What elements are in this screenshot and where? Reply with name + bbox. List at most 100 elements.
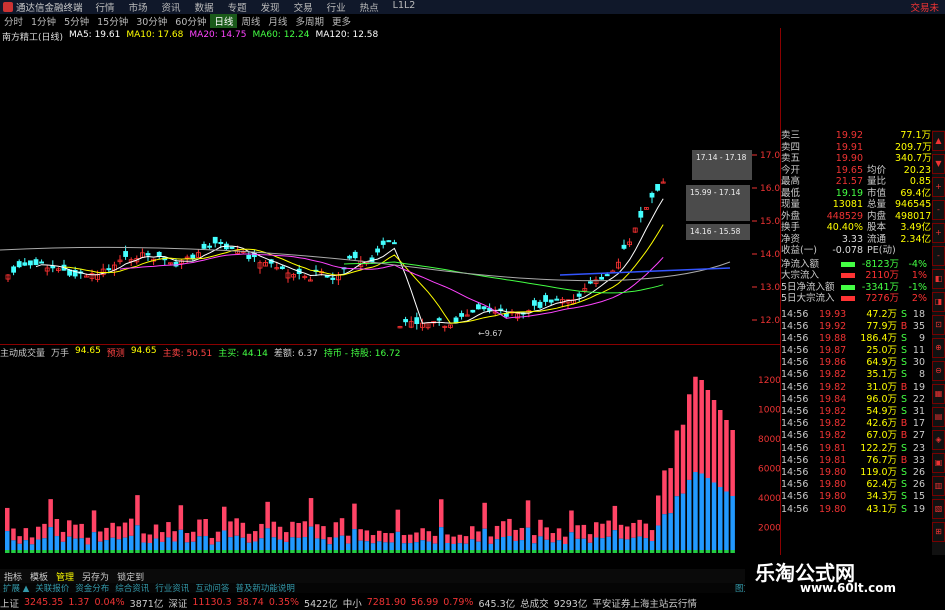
period-2[interactable]: 1分钟 [27, 14, 60, 28]
volume-baseline [42, 550, 47, 553]
volume-bar-buy [296, 537, 301, 550]
side-tool-icon[interactable]: ◧ [932, 269, 945, 289]
volume-bar-sell [308, 498, 314, 527]
menu-item[interactable]: 专题 [221, 0, 254, 14]
side-tool-icon[interactable]: ⊞ [932, 522, 945, 542]
period-8[interactable]: 周线 [237, 14, 264, 28]
volume-bar-buy [73, 538, 78, 550]
tick-side: S [900, 491, 908, 503]
volume-baseline [724, 550, 729, 553]
volume-baseline [513, 550, 518, 553]
info-tab[interactable]: 互动问答 [192, 582, 232, 594]
indicator-tab[interactable]: 管理 [52, 570, 78, 583]
volume-bar-sell [625, 526, 630, 540]
side-tool-icon[interactable]: + [932, 177, 945, 197]
volume-bar-sell [395, 509, 401, 532]
candle-body [33, 259, 39, 265]
period-5[interactable]: 30分钟 [132, 14, 171, 28]
period-10[interactable]: 多周期 [291, 14, 328, 28]
indicator-tab[interactable]: 指标 [0, 570, 26, 583]
volume-baseline [302, 550, 308, 553]
price-axis-label: 12.00 [760, 316, 780, 326]
price-axis-label: 17.00 [760, 151, 780, 161]
menu-item[interactable]: L1L2 [386, 0, 423, 14]
info-tab[interactable]: 行业资讯 [152, 582, 192, 594]
side-tool-icon[interactable]: ▼ [932, 154, 945, 174]
side-tool-icon[interactable]: - [932, 200, 945, 220]
candlestick-chart[interactable]: 17.0016.0015.0014.0013.0012.0011.0010.00… [0, 40, 780, 345]
candle-body [207, 245, 213, 248]
side-tool-icon[interactable]: - [932, 246, 945, 266]
volume-bar-sell [383, 532, 388, 543]
side-tool-icon[interactable]: ▤ [932, 407, 945, 427]
volume-bar-buy [705, 478, 711, 550]
period-7[interactable]: 日线 [210, 14, 238, 28]
indicator-tab[interactable]: 模板 [26, 570, 52, 583]
volume-baseline [234, 550, 239, 553]
side-tool-icon[interactable]: + [932, 223, 945, 243]
quote-value2: 209.7万 [895, 141, 932, 153]
volume-baseline [358, 550, 363, 553]
period-3[interactable]: 5分钟 [60, 14, 93, 28]
indicator-tab[interactable]: 另存为 [78, 570, 113, 583]
volume-unit: 万手 [51, 349, 70, 359]
side-tool-icon[interactable]: ⊡ [932, 315, 945, 335]
menu-item[interactable]: 资讯 [155, 0, 188, 14]
quote-label: 换手 [781, 222, 801, 233]
volume-bar-sell [166, 522, 171, 538]
volume-stat: 持币 - 持股: 16.72 [323, 349, 401, 359]
menu-item[interactable]: 市场 [122, 0, 155, 14]
quote-label2: 内盘 [867, 210, 887, 222]
side-tool-icon[interactable]: ▣ [932, 453, 945, 473]
period-4[interactable]: 15分钟 [93, 14, 132, 28]
side-tool-icon[interactable]: ▧ [932, 499, 945, 519]
volume-bar-sell [370, 535, 376, 544]
side-tool-icon[interactable]: ⊕ [932, 338, 945, 358]
side-tool-icon[interactable]: ▥ [932, 476, 945, 496]
side-tool-icon[interactable]: ◈ [932, 430, 945, 450]
tick-price: 19.80 [819, 466, 847, 478]
volume-stat: 94.65 [130, 346, 157, 356]
period-6[interactable]: 60分钟 [171, 14, 210, 28]
side-tool-icon[interactable]: ▲ [932, 131, 945, 151]
side-toolbar: ▲ ▼ + - + - ◧ ◨ ⊡ ⊕ ⊖ ▦ ▤ ◈ ▣ ▥ ▧ ⊞ [932, 130, 945, 560]
info-tab[interactable]: 普及新功能说明 [232, 582, 298, 594]
info-tab[interactable]: 关联报价 [32, 582, 72, 594]
volume-baseline [507, 550, 512, 553]
menu-item[interactable]: 行业 [320, 0, 353, 14]
menu-item[interactable]: 数据 [188, 0, 221, 14]
volume-bar-buy [271, 537, 277, 550]
volume-bar-sell [277, 526, 283, 540]
info-tab[interactable]: 综合资讯 [112, 582, 152, 594]
volume-chart[interactable]: 120001000080006000400020002022年1234567 [0, 358, 780, 558]
quote-label2: 市值 [867, 187, 887, 199]
volume-baseline [315, 550, 320, 553]
info-tab[interactable]: 资金分布 [72, 582, 112, 594]
info-tab[interactable]: 扩展 ▲ [0, 582, 32, 594]
trade-label[interactable]: 交易未 [910, 0, 939, 14]
candle-body [229, 246, 235, 249]
volume-bar-buy [587, 542, 593, 550]
period-9[interactable]: 月线 [264, 14, 291, 28]
indicator-tab[interactable]: 锁定到 [113, 570, 148, 583]
volume-bar-sell [246, 533, 252, 543]
quote-value2: 77.1万 [900, 130, 931, 141]
menu-item[interactable]: 行情 [89, 0, 122, 14]
menu-item[interactable]: 交易 [287, 0, 320, 14]
volume-bar-sell [54, 519, 60, 537]
side-tool-icon[interactable]: ▦ [932, 384, 945, 404]
candle-body [16, 261, 22, 268]
side-tool-icon[interactable]: ⊖ [932, 361, 945, 381]
volume-bar-sell [488, 536, 494, 544]
menu-item[interactable]: 发现 [254, 0, 287, 14]
price-axis-label: 15.00 [760, 217, 780, 227]
side-tool-icon[interactable]: ◨ [932, 292, 945, 312]
volume-bar-sell [550, 533, 556, 543]
tick-side: B [900, 454, 908, 466]
period-1[interactable]: 分时 [0, 14, 27, 28]
flow-value: -3341万 [861, 281, 899, 293]
menu-item[interactable]: 热点 [353, 0, 386, 14]
volume-bar-sell [352, 503, 357, 530]
period-11[interactable]: 更多 [328, 14, 355, 28]
volume-baseline [451, 550, 456, 553]
